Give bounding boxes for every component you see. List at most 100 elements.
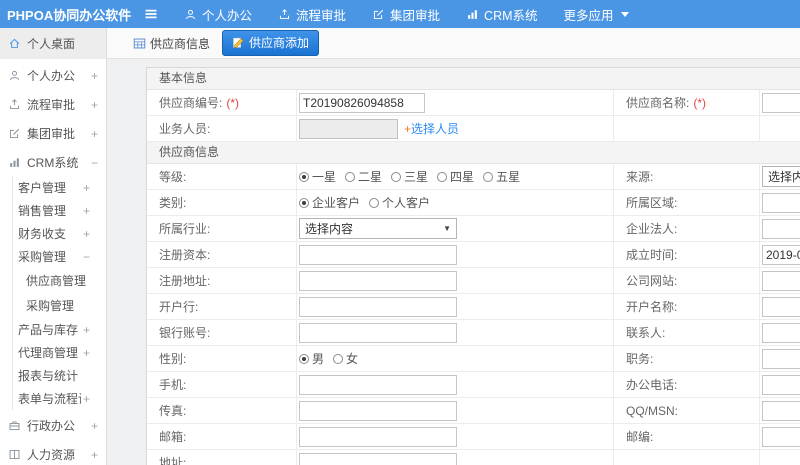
sidebar-item[interactable]: 代理商管理 + (0, 341, 106, 364)
radio-button-icon[interactable] (299, 197, 309, 208)
sidebar-item[interactable]: 供应商管理 (0, 268, 106, 293)
expand-toggle[interactable]: + (81, 227, 90, 241)
expand-toggle[interactable]: − (89, 156, 98, 170)
sidebar-item[interactable]: CRM系统 − (0, 149, 106, 176)
tab-1[interactable]: 供应商信息 (133, 35, 210, 52)
sidebar-item[interactable]: 销售管理 + (0, 199, 106, 222)
form-text-input[interactable] (299, 400, 457, 421)
expand-toggle[interactable]: + (81, 346, 90, 360)
radio-option[interactable]: 三星 (391, 168, 428, 185)
sidebar-item[interactable]: 行政办公 + (0, 412, 106, 439)
field-label: 地址: (159, 456, 187, 465)
radio-button-icon[interactable] (437, 171, 448, 182)
form-text-input[interactable] (299, 118, 398, 139)
form-text-input[interactable] (762, 322, 800, 343)
form-text-input[interactable] (762, 348, 800, 369)
sidebar-item-label: 行政办公 (27, 419, 76, 433)
form-text-input[interactable] (299, 92, 425, 113)
form-text-input[interactable] (299, 296, 457, 317)
sidebar-item[interactable]: 人力资源 + (0, 441, 106, 465)
sidebar-item-label: 销售管理 (18, 204, 67, 218)
form-text-input[interactable] (762, 244, 800, 265)
sidebar-item-label: 报表与统计 (18, 369, 79, 383)
field-input-cell (760, 424, 800, 449)
field-label-cell: 成立时间: (614, 242, 760, 267)
form-text-input[interactable] (299, 452, 457, 465)
sidebar-item[interactable]: 表单与流程设置+ (0, 387, 106, 410)
sidebar-item[interactable]: 个人办公 + (0, 62, 106, 89)
radio-button-icon[interactable] (299, 353, 309, 364)
form-select[interactable]: 选择内容▼ (762, 166, 800, 187)
form-text-input[interactable] (299, 244, 457, 265)
nav-item-5[interactable]: 更多应用 (551, 0, 642, 28)
expand-toggle[interactable]: + (81, 323, 90, 337)
tab-2[interactable]: 供应商添加 (222, 30, 320, 56)
form-text-input[interactable] (299, 270, 457, 291)
form-text-input[interactable] (762, 400, 800, 421)
radio-button-icon[interactable] (345, 171, 356, 182)
field-label-cell: QQ/MSN: (614, 398, 760, 423)
nav-item-4[interactable]: CRM系统 (453, 0, 550, 28)
form-text-input[interactable] (762, 374, 800, 395)
sidebar-item[interactable]: 采购管理 − (0, 245, 106, 268)
radio-option[interactable]: 二星 (345, 168, 382, 185)
radio-label: 二星 (358, 170, 383, 184)
radio-button-icon[interactable] (333, 353, 344, 364)
form-text-input[interactable] (762, 270, 800, 291)
expand-toggle[interactable]: + (81, 181, 90, 195)
sidebar-item[interactable]: 流程审批 + (0, 91, 106, 118)
nav-item-1[interactable]: 个人办公 (171, 0, 265, 28)
sidebar-item[interactable]: 报表与统计 (0, 364, 106, 387)
flow-icon (278, 8, 291, 21)
form-text-input[interactable] (299, 322, 457, 343)
select-value: 选择内容 (305, 222, 354, 236)
select-person-link-label: 选择人员 (411, 122, 460, 136)
form-text-input[interactable] (762, 296, 800, 317)
sidebar-item-label: 个人办公 (27, 69, 76, 83)
form-text-input[interactable] (762, 92, 800, 113)
radio-button-icon[interactable] (369, 197, 380, 208)
radio-option[interactable]: 女 (333, 350, 358, 367)
expand-toggle[interactable]: + (89, 69, 98, 83)
sidebar-item[interactable]: 财务收支 + (0, 222, 106, 245)
nav-item-2[interactable]: 流程审批 (265, 0, 359, 28)
sidebar-item-label: 人力资源 (27, 448, 76, 462)
nav-item-3[interactable]: 集团审批 (359, 0, 453, 28)
field-label-cell: 类别: (147, 190, 297, 215)
expand-toggle[interactable]: − (81, 250, 90, 264)
expand-toggle[interactable]: + (81, 204, 90, 218)
topbar: PHPOA协同办公软件 个人办公 流程审批 集团审批 CRM系统 更多应用 (0, 0, 800, 28)
sidebar-item[interactable]: 客户管理 + (0, 176, 106, 199)
field-input-cell (297, 242, 614, 267)
expand-toggle[interactable]: + (89, 127, 98, 141)
field-label: 联系人: (626, 326, 666, 340)
form-text-input[interactable] (299, 374, 457, 395)
sidebar-item[interactable]: 集团审批 + (0, 120, 106, 147)
radio-button-icon[interactable] (299, 171, 309, 182)
form-select[interactable]: 选择内容▼ (299, 218, 457, 239)
sidebar-item[interactable]: 产品与库存 + (0, 318, 106, 341)
radio-option[interactable]: 一星 (299, 168, 336, 185)
radio-button-icon[interactable] (391, 171, 402, 182)
expand-toggle[interactable]: + (89, 419, 98, 433)
field-label-cell: 邮编: (614, 424, 760, 449)
form-text-input[interactable] (762, 218, 800, 239)
radio-option[interactable]: 个人客户 (369, 194, 430, 211)
expand-toggle[interactable]: + (81, 392, 90, 406)
expand-toggle[interactable]: + (89, 98, 98, 112)
radio-option[interactable]: 五星 (483, 168, 520, 185)
form-text-input[interactable] (299, 426, 457, 447)
form-text-input[interactable] (762, 426, 800, 447)
radio-option[interactable]: 企业客户 (299, 194, 360, 211)
app-logo: PHPOA协同办公软件 (7, 7, 132, 23)
select-person-link[interactable]: +选择人员 (404, 120, 459, 137)
hamburger-menu-icon[interactable] (143, 6, 159, 22)
expand-toggle[interactable]: + (89, 448, 98, 462)
sidebar-item[interactable]: 个人桌面 (0, 28, 106, 59)
radio-option[interactable]: 男 (299, 350, 324, 367)
sidebar-item[interactable]: 采购管理 (0, 293, 106, 318)
form-text-input[interactable] (762, 192, 800, 213)
radio-option[interactable]: 四星 (437, 168, 474, 185)
radio-button-icon[interactable] (483, 171, 494, 182)
field-label-cell: 邮箱: (147, 424, 297, 449)
